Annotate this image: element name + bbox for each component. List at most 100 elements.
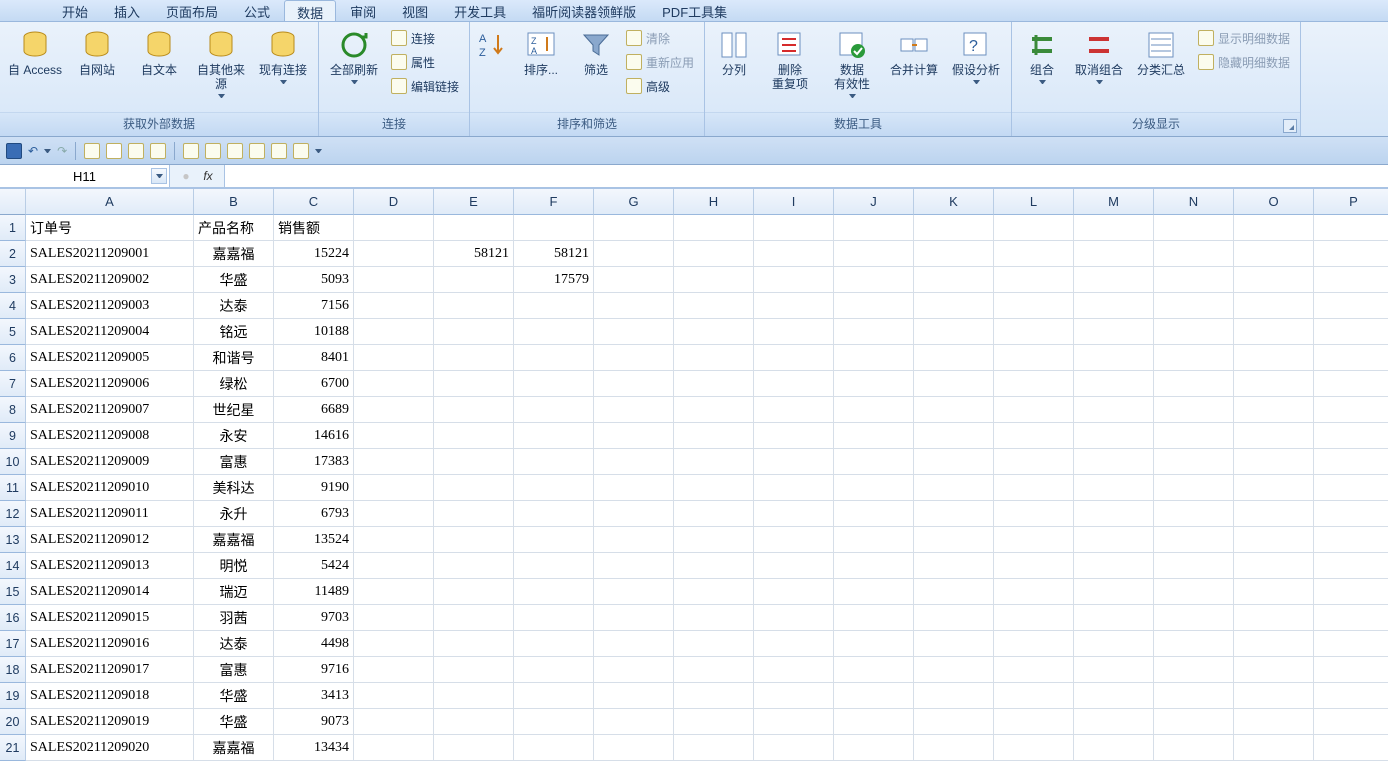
worksheet-grid[interactable]: ABCDEFGHIJKLMNOP1订单号产品名称销售额2SALES2021120… <box>0 188 1388 761</box>
cell-H13[interactable] <box>674 527 754 553</box>
cell-N19[interactable] <box>1154 683 1234 709</box>
cell-D9[interactable] <box>354 423 434 449</box>
cell-L11[interactable] <box>994 475 1074 501</box>
cell-K7[interactable] <box>914 371 994 397</box>
row-head-1[interactable]: 1 <box>0 215 26 241</box>
cell-D14[interactable] <box>354 553 434 579</box>
paste-icon[interactable] <box>128 143 144 159</box>
cell-I4[interactable] <box>754 293 834 319</box>
cell-J7[interactable] <box>834 371 914 397</box>
cell-I19[interactable] <box>754 683 834 709</box>
subtotal-button[interactable]: 分类汇总 <box>1132 25 1190 105</box>
cell-F17[interactable] <box>514 631 594 657</box>
cell-E19[interactable] <box>434 683 514 709</box>
cell-N1[interactable] <box>1154 215 1234 241</box>
cell-H2[interactable] <box>674 241 754 267</box>
cell-L3[interactable] <box>994 267 1074 293</box>
cell-A9[interactable]: SALES20211209008 <box>26 423 194 449</box>
cell-H18[interactable] <box>674 657 754 683</box>
cell-O2[interactable] <box>1234 241 1314 267</box>
cell-O20[interactable] <box>1234 709 1314 735</box>
cell-P4[interactable] <box>1314 293 1388 319</box>
cell-O9[interactable] <box>1234 423 1314 449</box>
cell-D10[interactable] <box>354 449 434 475</box>
cell-M11[interactable] <box>1074 475 1154 501</box>
cell-G20[interactable] <box>594 709 674 735</box>
cell-F11[interactable] <box>514 475 594 501</box>
name-box-dropdown[interactable] <box>151 168 167 184</box>
cell-H6[interactable] <box>674 345 754 371</box>
cell-A7[interactable]: SALES20211209006 <box>26 371 194 397</box>
cell-I18[interactable] <box>754 657 834 683</box>
cell-N18[interactable] <box>1154 657 1234 683</box>
cell-C9[interactable]: 14616 <box>274 423 354 449</box>
fx-icon[interactable]: fx <box>200 169 216 183</box>
row-head-15[interactable]: 15 <box>0 579 26 605</box>
row-head-12[interactable]: 12 <box>0 501 26 527</box>
cell-P7[interactable] <box>1314 371 1388 397</box>
cell-I7[interactable] <box>754 371 834 397</box>
cell-D15[interactable] <box>354 579 434 605</box>
cell-B16[interactable]: 羽茜 <box>194 605 274 631</box>
cell-D12[interactable] <box>354 501 434 527</box>
cell-O10[interactable] <box>1234 449 1314 475</box>
cell-E3[interactable] <box>434 267 514 293</box>
cell-D2[interactable] <box>354 241 434 267</box>
cell-I12[interactable] <box>754 501 834 527</box>
col-head-I[interactable]: I <box>754 189 834 215</box>
filter-reapply-button[interactable]: 重新应用 <box>622 51 698 73</box>
row-head-14[interactable]: 14 <box>0 553 26 579</box>
cell-L15[interactable] <box>994 579 1074 605</box>
cell-L20[interactable] <box>994 709 1074 735</box>
cell-O12[interactable] <box>1234 501 1314 527</box>
cell-F2[interactable]: 58121 <box>514 241 594 267</box>
row-head-4[interactable]: 4 <box>0 293 26 319</box>
tab-审阅[interactable]: 审阅 <box>338 0 388 21</box>
cell-M16[interactable] <box>1074 605 1154 631</box>
cell-D6[interactable] <box>354 345 434 371</box>
cell-C21[interactable]: 13434 <box>274 735 354 761</box>
cell-B1[interactable]: 产品名称 <box>194 215 274 241</box>
cell-K8[interactable] <box>914 397 994 423</box>
cell-O14[interactable] <box>1234 553 1314 579</box>
row-head-17[interactable]: 17 <box>0 631 26 657</box>
col-head-G[interactable]: G <box>594 189 674 215</box>
cell-L9[interactable] <box>994 423 1074 449</box>
cell-A19[interactable]: SALES20211209018 <box>26 683 194 709</box>
cell-K16[interactable] <box>914 605 994 631</box>
cell-K9[interactable] <box>914 423 994 449</box>
cell-B11[interactable]: 美科达 <box>194 475 274 501</box>
cell-G1[interactable] <box>594 215 674 241</box>
cell-P3[interactable] <box>1314 267 1388 293</box>
cell-F5[interactable] <box>514 319 594 345</box>
cell-M14[interactable] <box>1074 553 1154 579</box>
cell-P2[interactable] <box>1314 241 1388 267</box>
cell-G11[interactable] <box>594 475 674 501</box>
cell-A12[interactable]: SALES20211209011 <box>26 501 194 527</box>
refresh-all-button[interactable]: 全部刷新 <box>325 25 383 105</box>
external-src-button-3[interactable]: 自其他来源 <box>192 25 250 105</box>
cell-C10[interactable]: 17383 <box>274 449 354 475</box>
ungroup-button[interactable]: 取消组合 <box>1070 25 1128 105</box>
cell-J10[interactable] <box>834 449 914 475</box>
cell-A4[interactable]: SALES20211209003 <box>26 293 194 319</box>
cell-M18[interactable] <box>1074 657 1154 683</box>
cell-K17[interactable] <box>914 631 994 657</box>
cell-E17[interactable] <box>434 631 514 657</box>
cell-N2[interactable] <box>1154 241 1234 267</box>
cell-A1[interactable]: 订单号 <box>26 215 194 241</box>
cell-E11[interactable] <box>434 475 514 501</box>
cell-N13[interactable] <box>1154 527 1234 553</box>
cell-C4[interactable]: 7156 <box>274 293 354 319</box>
external-src-button-0[interactable]: 自 Access <box>6 25 64 105</box>
cancel-edit-icon[interactable]: ● <box>178 169 194 183</box>
cell-N5[interactable] <box>1154 319 1234 345</box>
cell-H19[interactable] <box>674 683 754 709</box>
new-icon[interactable] <box>106 143 122 159</box>
cell-L8[interactable] <box>994 397 1074 423</box>
cell-L10[interactable] <box>994 449 1074 475</box>
cell-N12[interactable] <box>1154 501 1234 527</box>
cell-J3[interactable] <box>834 267 914 293</box>
cell-B10[interactable]: 富惠 <box>194 449 274 475</box>
cell-J9[interactable] <box>834 423 914 449</box>
